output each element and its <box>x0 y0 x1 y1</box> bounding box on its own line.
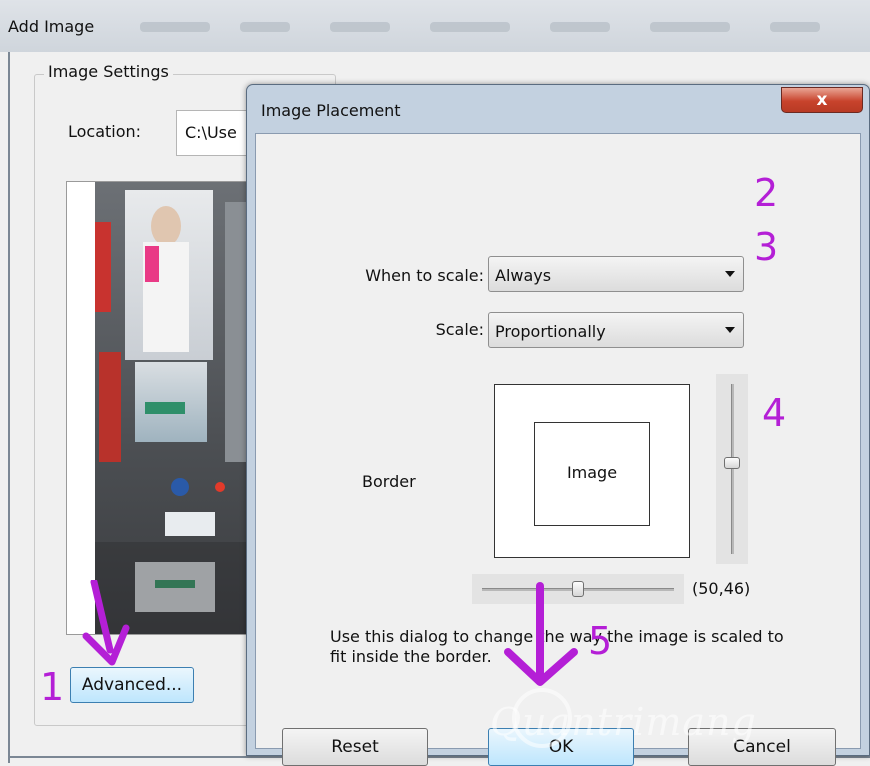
blurred-menu-item <box>140 22 210 32</box>
reset-button[interactable]: Reset <box>282 728 428 766</box>
annotation-step-5: 5 <box>588 619 613 663</box>
blurred-menu-item <box>770 22 820 32</box>
chevron-down-icon <box>725 327 735 333</box>
annotation-step-3: 3 <box>754 225 779 269</box>
annotation-arrow-1 <box>82 580 130 666</box>
image-settings-legend: Image Settings <box>44 62 173 81</box>
vertical-slider-thumb[interactable] <box>724 456 740 469</box>
dialog-title: Image Placement <box>261 101 401 120</box>
annotation-step-1: 1 <box>40 665 65 709</box>
when-to-scale-dropdown[interactable]: Always <box>488 256 744 292</box>
window-border <box>8 52 10 763</box>
scale-dropdown[interactable]: Proportionally <box>488 312 744 348</box>
chevron-down-icon <box>725 271 735 277</box>
vertical-slider-track <box>731 384 734 554</box>
preview-image-label: Image <box>566 463 618 482</box>
blurred-menu-item <box>550 22 610 32</box>
image-preview <box>66 181 266 635</box>
when-to-scale-label: When to scale: <box>365 266 484 285</box>
close-button[interactable]: x <box>781 87 863 113</box>
when-to-scale-value: Always <box>495 266 552 285</box>
scale-label: Scale: <box>435 320 484 339</box>
border-preview-image: Image <box>534 422 650 526</box>
slider-values-readout: (50,46) <box>692 579 751 598</box>
scale-value: Proportionally <box>495 322 606 341</box>
watermark: Quantrimang <box>490 700 757 744</box>
annotation-step-2: 2 <box>754 171 779 215</box>
blurred-menu-item <box>430 22 510 32</box>
street-photo <box>95 182 265 634</box>
blurred-menu-item <box>330 22 390 32</box>
annotation-arrow-5 <box>504 582 578 686</box>
border-label: Border <box>362 472 416 491</box>
advanced-button[interactable]: Advanced... <box>70 667 194 703</box>
vertical-border-slider[interactable] <box>716 374 748 564</box>
window-title: Add Image <box>8 17 95 36</box>
annotation-step-4: 4 <box>762 391 787 435</box>
window-title-bar: Add Image <box>0 0 870 52</box>
blurred-menu-item <box>240 22 290 32</box>
blurred-menu-item <box>650 22 730 32</box>
location-label: Location: <box>68 122 142 141</box>
